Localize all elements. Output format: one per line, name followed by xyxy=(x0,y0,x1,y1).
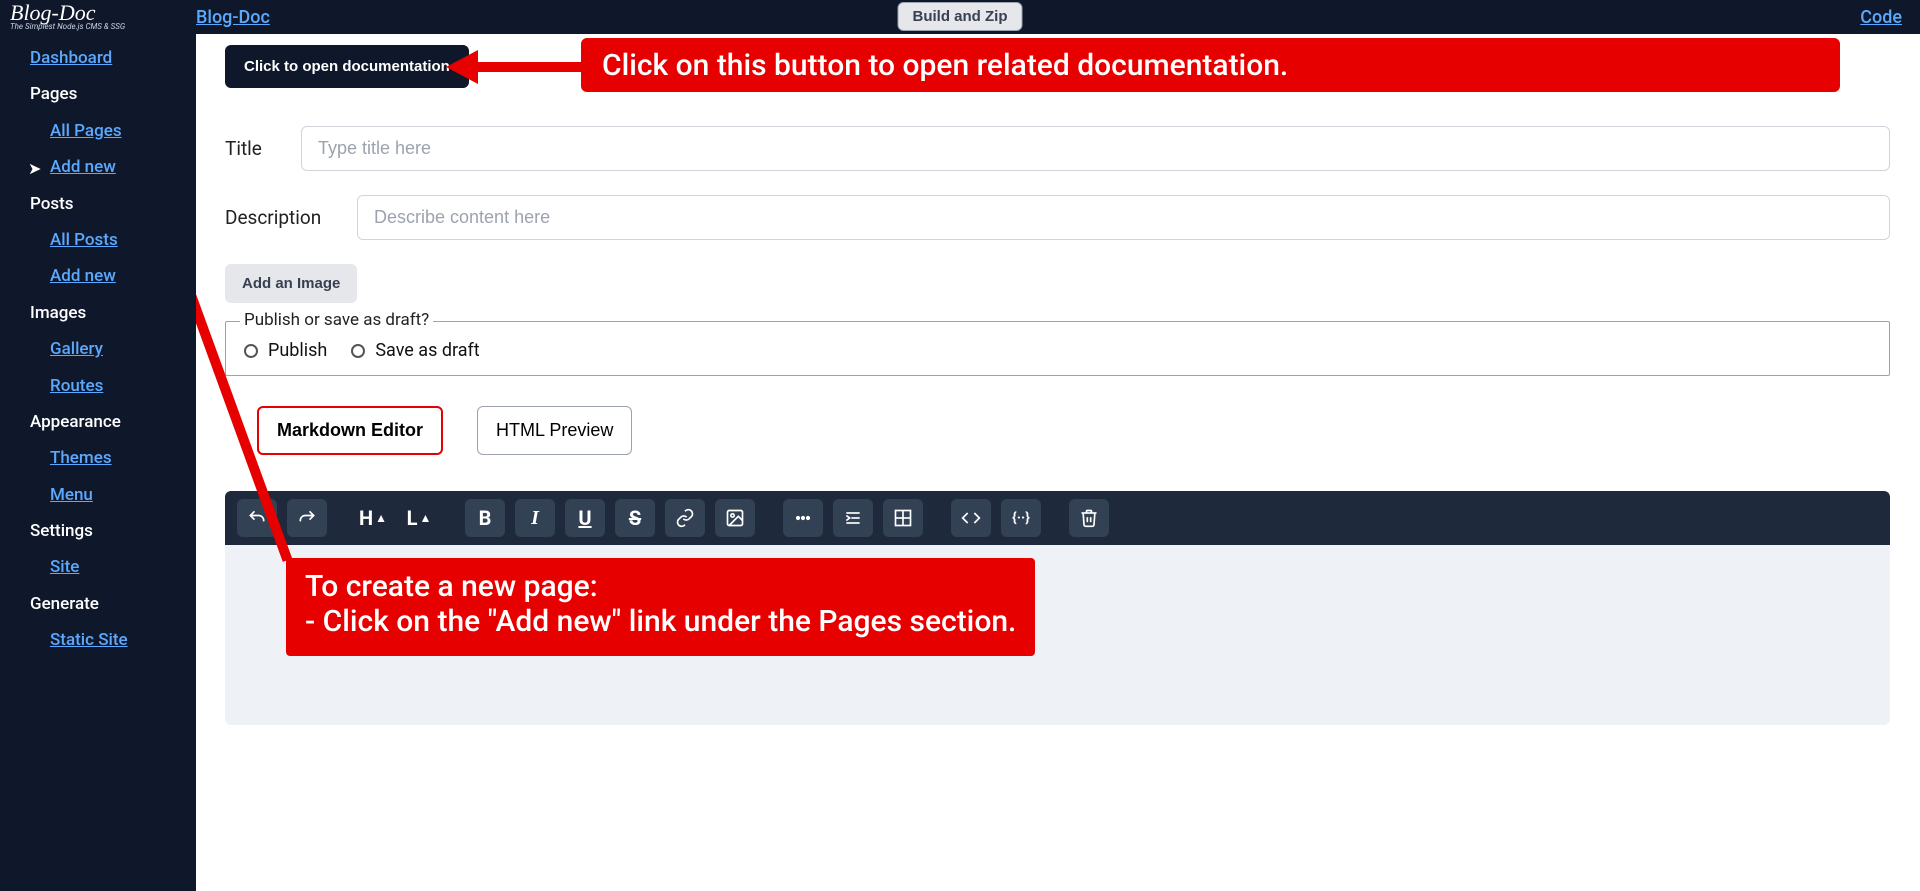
sidebar-gallery[interactable]: Gallery xyxy=(50,339,184,359)
sidebar-head-images: Images xyxy=(30,303,184,323)
radio-icon xyxy=(244,344,258,358)
sidebar-routes[interactable]: Routes xyxy=(50,376,184,396)
sidebar-head-generate: Generate xyxy=(30,594,184,614)
strikethrough-icon[interactable]: S xyxy=(615,499,655,537)
sidebar-dashboard[interactable]: Dashboard xyxy=(30,48,184,68)
build-and-zip-button[interactable]: Build and Zip xyxy=(898,2,1023,31)
top-nav-code[interactable]: Code xyxy=(1860,7,1902,28)
annotation-callout-top: Click on this button to open related doc… xyxy=(581,38,1840,92)
topbar: Blog-Doc The Simplest Node.js CMS & SSG … xyxy=(0,0,1920,34)
annotation-callout-bottom: To create a new page: - Click on the "Ad… xyxy=(286,558,1035,656)
tab-html-preview[interactable]: HTML Preview xyxy=(477,406,632,455)
table-icon[interactable] xyxy=(883,499,923,537)
code-icon[interactable] xyxy=(951,499,991,537)
sidebar-static-site[interactable]: Static Site xyxy=(50,630,184,650)
radio-publish[interactable]: Publish xyxy=(244,340,327,361)
top-center: Build and Zip xyxy=(898,2,1023,31)
sidebar-marker-icon: ➤ xyxy=(28,159,41,178)
radio-save-draft[interactable]: Save as draft xyxy=(351,340,479,361)
logo-title: Blog-Doc xyxy=(10,4,196,22)
indent-icon[interactable] xyxy=(833,499,873,537)
annotation-callout-top-text: Click on this button to open related doc… xyxy=(602,48,1288,83)
heading-dropdown[interactable]: H▲ xyxy=(355,499,391,537)
redo-icon[interactable] xyxy=(287,499,327,537)
sidebar-add-new-page[interactable]: Add new xyxy=(50,157,184,177)
open-documentation-button[interactable]: Click to open documentation xyxy=(225,45,469,88)
main: Click to open documentation Click on thi… xyxy=(196,34,1920,891)
annotation-callout-bottom-text: To create a new page: - Click on the "Ad… xyxy=(305,569,1016,639)
arrow-line xyxy=(476,62,581,72)
sidebar-add-new-post[interactable]: Add new xyxy=(50,266,184,286)
braces-icon[interactable]: {··} xyxy=(1001,499,1041,537)
image-icon[interactable] xyxy=(715,499,755,537)
sidebar: Dashboard Pages All Pages ➤ Add new Post… xyxy=(0,34,196,891)
sidebar-head-settings: Settings xyxy=(30,521,184,541)
sidebar-site[interactable]: Site xyxy=(50,557,184,577)
radio-icon xyxy=(351,344,365,358)
radio-draft-label: Save as draft xyxy=(375,340,479,361)
top-right: Code xyxy=(1860,7,1902,28)
underline-icon[interactable]: U xyxy=(565,499,605,537)
description-input[interactable] xyxy=(357,195,1890,240)
title-input[interactable] xyxy=(301,126,1890,171)
logo-subtitle: The Simplest Node.js CMS & SSG xyxy=(10,22,196,31)
fieldset-legend: Publish or save as draft? xyxy=(240,310,433,330)
radio-publish-label: Publish xyxy=(268,340,327,361)
sidebar-head-appearance: Appearance xyxy=(30,412,184,432)
description-label: Description xyxy=(225,206,329,229)
arrow-head-icon xyxy=(446,50,478,84)
sidebar-head-posts: Posts xyxy=(30,194,184,214)
annotation-arrow-1 xyxy=(446,52,581,82)
publish-fieldset: Publish or save as draft? Publish Save a… xyxy=(225,321,1890,376)
top-nav-blogdoc[interactable]: Blog-Doc xyxy=(196,7,270,28)
more-icon[interactable] xyxy=(783,499,823,537)
logo: Blog-Doc The Simplest Node.js CMS & SSG xyxy=(0,4,196,31)
tab-markdown-editor[interactable]: Markdown Editor xyxy=(257,406,443,455)
link-icon[interactable] xyxy=(665,499,705,537)
line-dropdown[interactable]: L▲ xyxy=(401,499,437,537)
editor-tabs: Markdown Editor HTML Preview xyxy=(257,406,1890,455)
sidebar-all-posts[interactable]: All Posts xyxy=(50,230,184,250)
editor-toolbar: H▲ L▲ B I U S {··} xyxy=(225,491,1890,545)
undo-icon[interactable] xyxy=(237,499,277,537)
sidebar-menu[interactable]: Menu xyxy=(50,485,184,505)
italic-icon[interactable]: I xyxy=(515,499,555,537)
trash-icon[interactable] xyxy=(1069,499,1109,537)
bold-icon[interactable]: B xyxy=(465,499,505,537)
sidebar-all-pages[interactable]: All Pages xyxy=(50,121,184,141)
sidebar-themes[interactable]: Themes xyxy=(50,448,184,468)
add-image-button[interactable]: Add an Image xyxy=(225,264,357,303)
sidebar-head-pages: Pages xyxy=(30,84,184,104)
